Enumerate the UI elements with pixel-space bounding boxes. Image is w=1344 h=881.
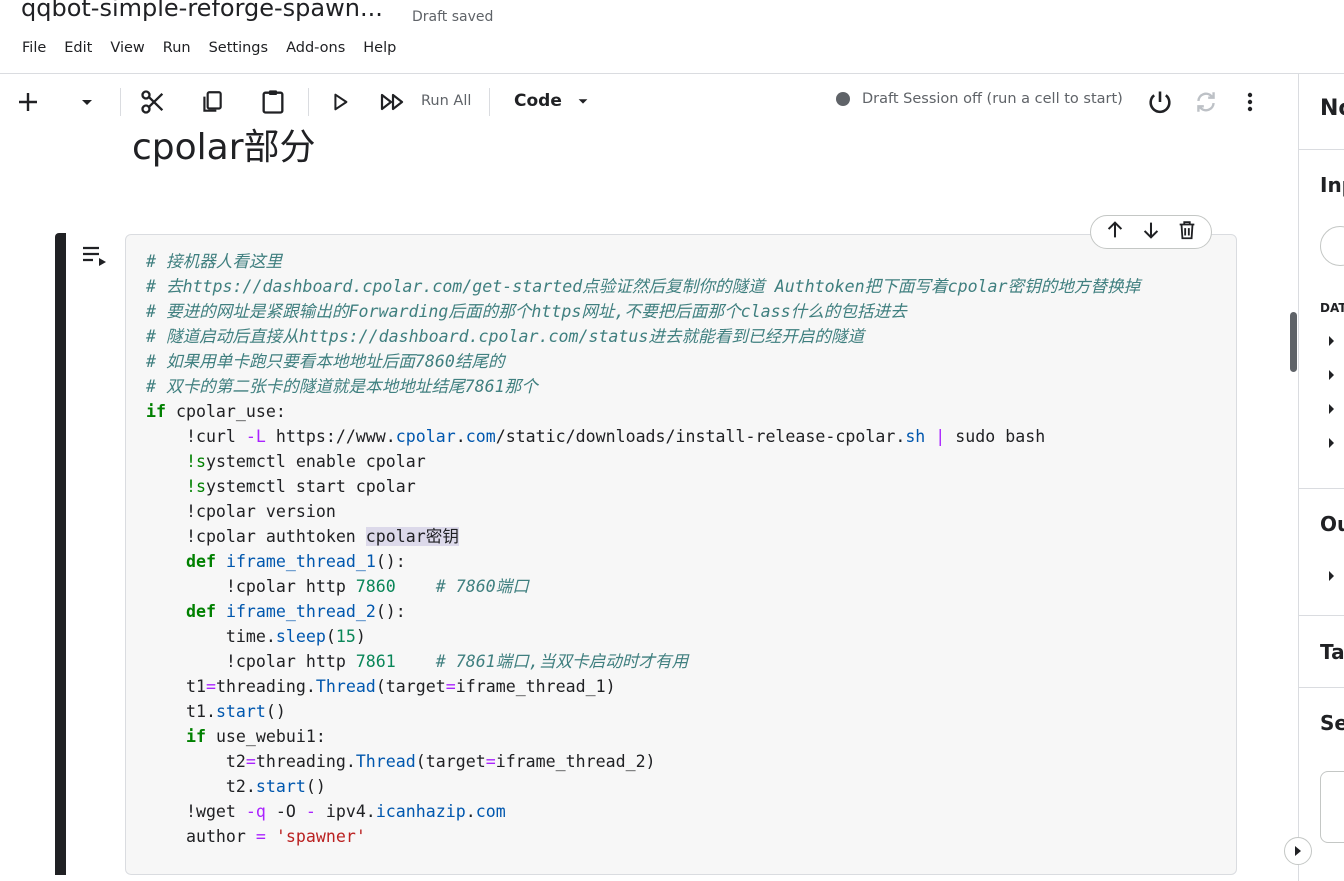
run-all-icon xyxy=(380,93,404,111)
code-comment: # 要进的网址是紧跟输出的Forwarding后面的那个https网址,不要把后… xyxy=(146,302,907,321)
markdown-heading: cpolar部分 xyxy=(132,127,316,168)
refresh-icon xyxy=(1197,92,1215,112)
restart-button[interactable] xyxy=(1192,74,1220,130)
code-line: t1=threading.Thread(target=iframe_thread… xyxy=(146,677,616,696)
code-line: !cpolar http 7861 # 7861端口,当双卡启动时才有用 xyxy=(146,652,689,671)
panel-title: No xyxy=(1320,96,1344,121)
session-status: Draft Session off (run a cell to start) xyxy=(836,91,1123,107)
power-button[interactable] xyxy=(1145,74,1175,130)
panel-divider xyxy=(1299,488,1344,489)
add-cell-dropdown[interactable] xyxy=(76,74,98,130)
copy-icon xyxy=(203,91,222,112)
notebook-title[interactable]: qqbot-simple-reforge-spawn... xyxy=(21,0,383,22)
session-card[interactable] xyxy=(1320,771,1344,843)
cell-actions xyxy=(1090,215,1212,249)
code-line: !cpolar version xyxy=(146,502,336,521)
code-line: !cpolar authtoken cpolar密钥 xyxy=(146,527,459,546)
more-vert-icon xyxy=(1247,92,1253,112)
code-comment: # 接机器人看这里 xyxy=(146,252,283,271)
code-comment: # 去https://dashboard.cpolar.com/get-star… xyxy=(146,277,1141,296)
output-heading: Ou xyxy=(1320,512,1344,536)
input-heading: Inp xyxy=(1320,173,1344,197)
toolbar-divider xyxy=(489,88,490,116)
cell-type-select[interactable]: Code xyxy=(514,91,590,111)
expand-icon xyxy=(1295,846,1301,856)
code-comment: # 双卡的第二张卡的隧道就是本地地址结尾7861那个 xyxy=(146,377,538,396)
chevron-down-icon xyxy=(578,99,588,104)
session-heading: Se xyxy=(1320,711,1344,735)
code-line: author = 'spawner' xyxy=(146,827,366,846)
session-status-icon xyxy=(836,92,850,106)
table-heading: Ta xyxy=(1320,640,1344,664)
code-line: !wget -q -O - ipv4.icanhazip.com xyxy=(146,802,506,821)
menu-bar: File Edit View Run Settings Add-ons Help xyxy=(22,40,414,56)
menu-edit[interactable]: Edit xyxy=(64,40,92,56)
code-line: t2=threading.Thread(target=iframe_thread… xyxy=(146,752,656,771)
menu-settings[interactable]: Settings xyxy=(209,40,268,56)
chevron-down-icon xyxy=(82,100,92,105)
toolbar-divider xyxy=(120,88,121,116)
code-line: !systemctl start cpolar xyxy=(185,477,416,496)
cell-run-button[interactable] xyxy=(82,245,108,271)
active-cell-indicator xyxy=(55,233,66,875)
code-line: if use_webui1: xyxy=(185,727,326,746)
add-icon xyxy=(19,93,37,111)
delete-icon xyxy=(1179,221,1195,240)
session-status-text: Draft Session off (run a cell to start) xyxy=(862,91,1123,107)
run-all-label[interactable]: Run All xyxy=(421,93,471,109)
expand-icon[interactable] xyxy=(1329,571,1334,581)
expand-icon[interactable] xyxy=(1329,404,1334,414)
top-bar: qqbot-simple-reforge-spawn... Draft save… xyxy=(0,0,1344,74)
expand-icon[interactable] xyxy=(1329,336,1334,346)
panel-divider xyxy=(1299,149,1344,150)
scrollbar-thumb[interactable] xyxy=(1290,312,1297,372)
cell-run-icon xyxy=(83,246,106,266)
code-line: !systemctl enable cpolar xyxy=(185,452,426,471)
panel-divider xyxy=(1299,615,1344,616)
cut-icon xyxy=(141,90,164,114)
paste-icon xyxy=(262,90,284,114)
panel-divider xyxy=(1299,687,1344,688)
arrow-up-icon xyxy=(1107,221,1123,238)
run-cell-button[interactable] xyxy=(328,74,352,130)
menu-addons[interactable]: Add-ons xyxy=(286,40,345,56)
expand-icon[interactable] xyxy=(1329,438,1334,448)
run-all-button[interactable] xyxy=(378,74,408,130)
add-cell-button[interactable] xyxy=(14,74,42,130)
code-line: if cpolar_use: xyxy=(146,402,286,421)
cell-type-value: Code xyxy=(514,91,562,111)
menu-help[interactable]: Help xyxy=(363,40,396,56)
add-input-button[interactable] xyxy=(1320,226,1344,266)
menu-view[interactable]: View xyxy=(110,40,144,56)
code-line: !curl -L https://www.cpolar.com/static/d… xyxy=(146,427,1046,446)
save-status: Draft saved xyxy=(412,9,494,25)
code-line: t1.start() xyxy=(146,702,286,721)
code-comment: # 如果用单卡跑只要看本地地址后面7860结尾的 xyxy=(146,352,505,371)
more-options-button[interactable] xyxy=(1238,74,1262,130)
arrow-down-icon xyxy=(1143,222,1159,239)
code-line: def iframe_thread_1(): xyxy=(185,552,406,571)
code-line: def iframe_thread_2(): xyxy=(185,602,406,621)
move-cell-up-button[interactable] xyxy=(1104,219,1126,245)
toolbar-divider xyxy=(308,88,309,116)
move-cell-down-button[interactable] xyxy=(1140,219,1162,245)
run-icon xyxy=(334,93,348,111)
delete-cell-button[interactable] xyxy=(1176,219,1198,245)
code-comment: # 隧道启动后直接从https://dashboard.cpolar.com/s… xyxy=(146,327,865,346)
menu-run[interactable]: Run xyxy=(163,40,191,56)
code-content[interactable]: # 接机器人看这里 # 去https://dashboard.cpolar.co… xyxy=(146,249,1140,849)
code-line: time.sleep(15) xyxy=(146,627,366,646)
code-line: !cpolar http 7860 # 7860端口 xyxy=(146,577,529,596)
code-line: t2.start() xyxy=(146,777,326,796)
collapse-panel-button[interactable] xyxy=(1284,837,1312,865)
right-panel: No Inp DAT Ou Ta Se xyxy=(1299,74,1344,881)
expand-icon[interactable] xyxy=(1329,370,1334,380)
data-label: DAT xyxy=(1320,301,1344,315)
menu-file[interactable]: File xyxy=(22,40,46,56)
power-icon xyxy=(1149,91,1171,114)
